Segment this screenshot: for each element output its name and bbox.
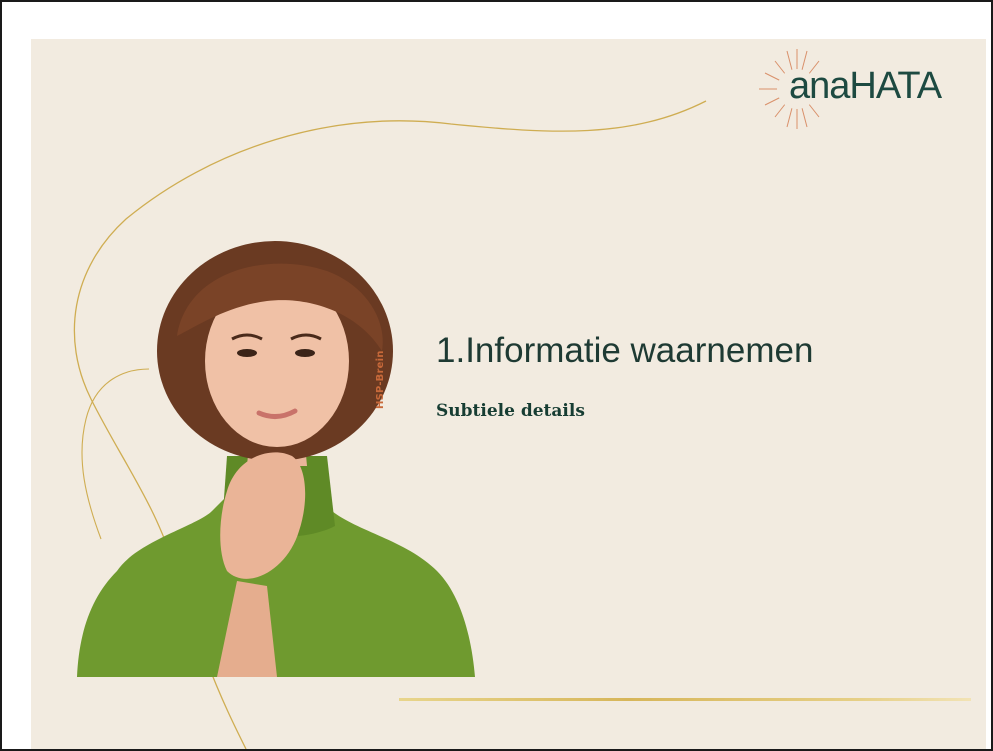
anahata-logo: anaHATA [759,47,964,131]
slide: HSP-Brein 1.Informatie waarnemen Subtiel… [31,39,986,749]
gold-divider-line [399,698,971,701]
logo-text: anaHATA [789,65,942,107]
slide-frame: HSP-Brein 1.Informatie waarnemen Subtiel… [0,0,993,751]
slide-title: 1.Informatie waarnemen [436,331,814,370]
woman-thinking-image [77,241,475,677]
slide-subtitle: Subtiele details [436,401,585,421]
side-label: HSP-Brein [375,350,386,409]
